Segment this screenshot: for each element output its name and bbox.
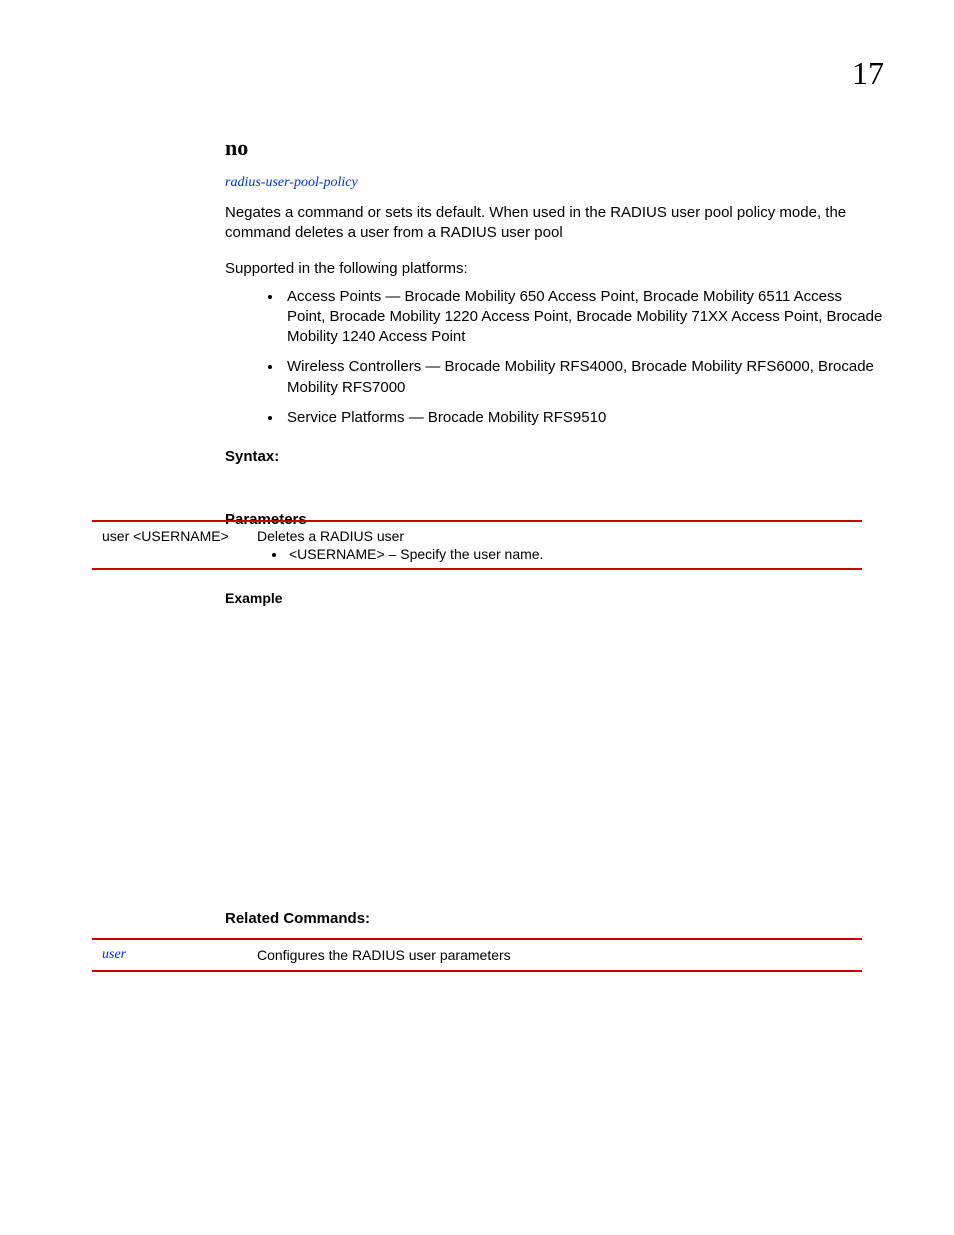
- param-syntax: user <USERNAME>: [102, 528, 257, 562]
- platform-list: Access Points — Brocade Mobility 650 Acc…: [283, 287, 884, 429]
- main-content: no radius-user-pool-policy Negates a com…: [225, 135, 884, 528]
- related-commands-heading: Related Commands:: [225, 910, 370, 927]
- table-row: user <USERNAME> Deletes a RADIUS user <U…: [92, 522, 862, 568]
- related-commands-table: user Configures the RADIUS user paramete…: [92, 938, 862, 972]
- list-item: Wireless Controllers — Brocade Mobility …: [283, 357, 884, 398]
- list-item: Access Points — Brocade Mobility 650 Acc…: [283, 287, 884, 348]
- table-row: user Configures the RADIUS user paramete…: [92, 940, 862, 970]
- example-heading: Example: [225, 590, 283, 606]
- related-command-desc: Configures the RADIUS user parameters: [257, 947, 852, 963]
- policy-link[interactable]: radius-user-pool-policy: [225, 175, 884, 191]
- related-command-link[interactable]: user: [102, 947, 257, 963]
- syntax-heading: Syntax:: [225, 448, 884, 465]
- command-description: Negates a command or sets its default. W…: [225, 203, 884, 244]
- page-number: 17: [852, 55, 884, 92]
- parameters-table: user <USERNAME> Deletes a RADIUS user <U…: [92, 520, 862, 570]
- param-description: Deletes a RADIUS user <USERNAME> – Speci…: [257, 528, 852, 562]
- list-item: Service Platforms — Brocade Mobility RFS…: [283, 408, 884, 428]
- param-desc-main: Deletes a RADIUS user: [257, 528, 852, 544]
- param-desc-bullet: <USERNAME> – Specify the user name.: [287, 546, 852, 562]
- supported-intro: Supported in the following platforms:: [225, 260, 884, 277]
- command-title: no: [225, 135, 884, 161]
